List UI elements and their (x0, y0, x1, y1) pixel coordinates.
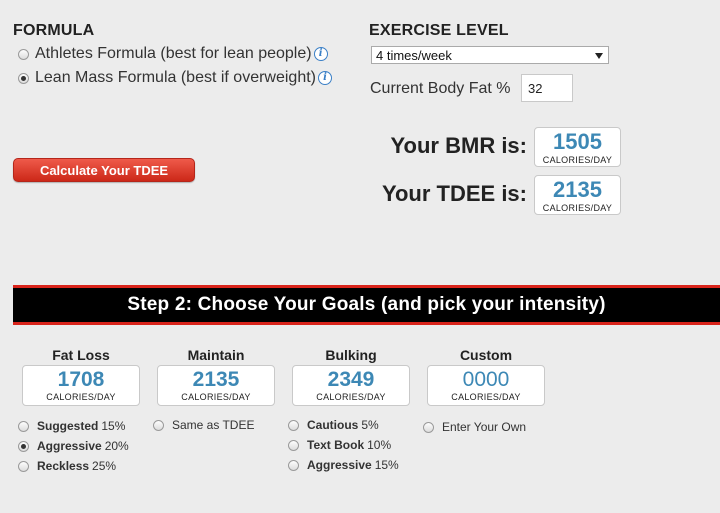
goal-title-maintain: Maintain (187, 347, 245, 363)
text-book-radio[interactable] (288, 439, 299, 451)
fat-loss-option-suggested[interactable]: Suggested 15% (18, 416, 129, 436)
maintain-value-box: 2135 CALORIES/DAY (157, 365, 275, 406)
athletes-formula-radio[interactable] (18, 48, 29, 60)
option-label: Reckless (37, 459, 90, 473)
goal-title-bulking: Bulking (325, 347, 377, 363)
bmr-value-box: 1505 CALORIES/DAY (534, 127, 621, 167)
lean-mass-formula-label: Lean Mass Formula (best if overweight) (35, 69, 316, 86)
step2-banner: Step 2: Choose Your Goals (and pick your… (13, 285, 720, 325)
fat-loss-value-box: 1708 CALORIES/DAY (22, 365, 140, 406)
option-label: Suggested (37, 419, 99, 433)
option-percent: 5% (361, 418, 379, 432)
custom-value-box[interactable]: 0000 CALORIES/DAY (427, 365, 545, 406)
fat-loss-options: Suggested 15% Aggressive 20% Reckless 25… (18, 416, 129, 476)
suggested-radio[interactable] (18, 420, 29, 432)
tdee-unit: CALORIES/DAY (542, 203, 613, 213)
athletes-formula-label: Athletes Formula (best for lean people) (35, 45, 312, 62)
tdee-value: 2135 (553, 177, 602, 202)
tdee-label: Your TDEE is: (381, 181, 527, 206)
custom-unit: CALORIES/DAY (451, 392, 521, 402)
info-icon[interactable]: i (313, 47, 328, 61)
cautious-radio[interactable] (288, 419, 299, 431)
bulking-value-box: 2349 CALORIES/DAY (292, 365, 410, 406)
fat-loss-value: 1708 (57, 368, 105, 391)
option-percent: 10% (367, 438, 392, 452)
bulking-unit: CALORIES/DAY (316, 392, 386, 402)
info-icon[interactable]: i (318, 71, 332, 85)
aggressive-bulk-radio[interactable] (288, 459, 299, 471)
body-fat-label: Current Body Fat % (370, 80, 511, 97)
tdee-value-box: 2135 CALORIES/DAY (534, 175, 621, 215)
maintain-value: 2135 (192, 368, 240, 391)
option-percent: 15% (374, 458, 399, 472)
bulking-value: 2349 (327, 368, 375, 391)
enter-your-own-radio[interactable] (423, 421, 434, 433)
bmr-label: Your BMR is: (390, 133, 527, 158)
goal-title-fat-loss: Fat Loss (52, 347, 110, 363)
maintain-unit: CALORIES/DAY (181, 392, 251, 402)
bmr-value: 1505 (553, 129, 602, 154)
reckless-radio[interactable] (18, 460, 29, 472)
fat-loss-option-reckless[interactable]: Reckless 25% (18, 456, 129, 476)
option-label: Cautious (307, 418, 359, 432)
option-label: Aggressive (37, 439, 102, 453)
option-percent: 25% (92, 459, 117, 473)
fat-loss-unit: CALORIES/DAY (46, 392, 116, 402)
bmr-unit: CALORIES/DAY (542, 155, 613, 165)
option-label: Same as TDEE (172, 418, 255, 432)
custom-value: 0000 (462, 368, 510, 391)
goal-title-custom: Custom (459, 347, 513, 363)
bulking-options: Cautious 5% Text Book 10% Aggressive 15% (288, 415, 399, 475)
formula-option-lean-mass[interactable]: Lean Mass Formula (best if overweight) i (18, 69, 332, 87)
formula-title: FORMULA (13, 22, 95, 39)
custom-option-enter-your-own[interactable]: Enter Your Own (423, 417, 526, 437)
body-fat-input[interactable]: 32 (521, 74, 573, 102)
option-percent: 15% (101, 419, 126, 433)
exercise-level-value: 4 times/week (376, 48, 452, 63)
aggressive-radio[interactable] (18, 440, 29, 452)
maintain-options: Same as TDEE (153, 415, 254, 435)
calculate-tdee-button[interactable]: Calculate Your TDEE (13, 158, 195, 182)
exercise-level-title: EXERCISE LEVEL (369, 22, 509, 39)
lean-mass-formula-radio[interactable] (18, 72, 29, 84)
bulking-option-text-book[interactable]: Text Book 10% (288, 435, 399, 455)
maintain-option-same-as-tdee[interactable]: Same as TDEE (153, 415, 254, 435)
bulking-option-cautious[interactable]: Cautious 5% (288, 415, 399, 435)
chevron-down-icon (595, 53, 603, 59)
exercise-level-select[interactable]: 4 times/week (371, 46, 609, 64)
same-as-tdee-radio[interactable] (153, 419, 164, 431)
formula-option-athletes[interactable]: Athletes Formula (best for lean people) … (18, 45, 328, 63)
option-label: Enter Your Own (442, 420, 527, 434)
custom-options: Enter Your Own (423, 417, 526, 437)
option-label: Text Book (307, 438, 365, 452)
option-percent: 20% (104, 439, 129, 453)
option-label: Aggressive (307, 458, 372, 472)
bulking-option-aggressive[interactable]: Aggressive 15% (288, 455, 399, 475)
fat-loss-option-aggressive[interactable]: Aggressive 20% (18, 436, 129, 456)
